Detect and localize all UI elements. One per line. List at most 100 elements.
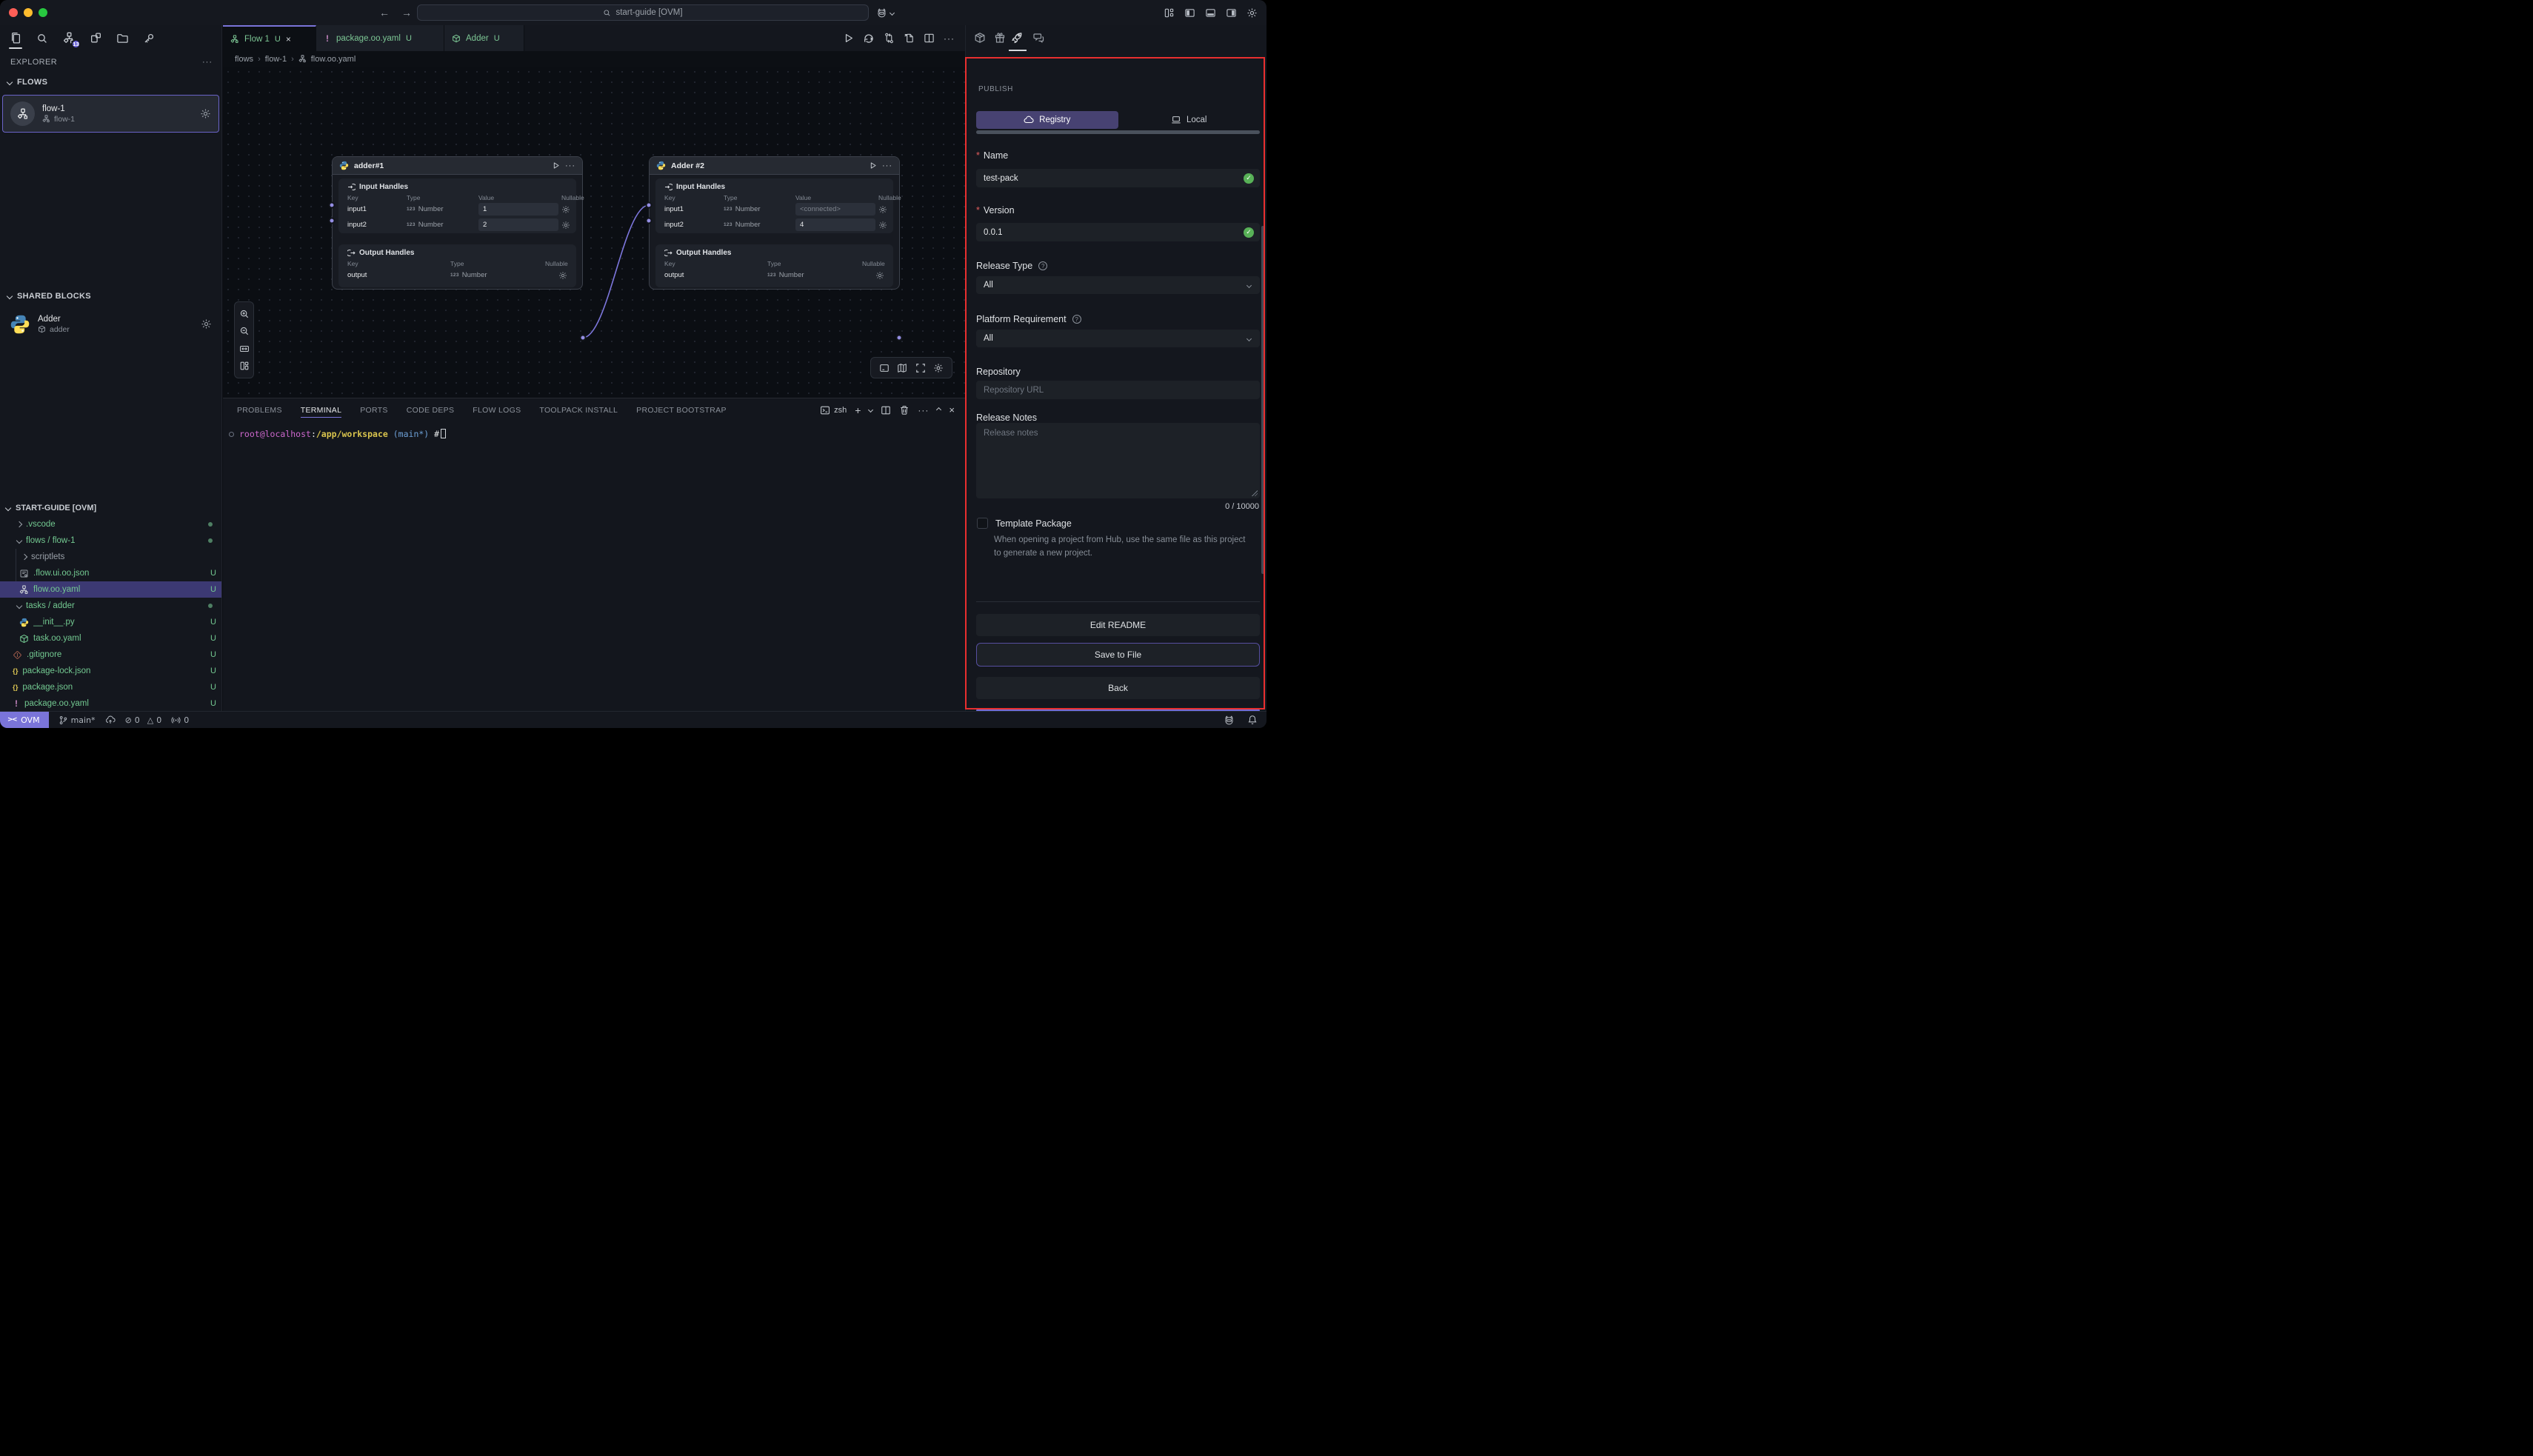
value-input[interactable]: 4 (795, 218, 875, 231)
shell-selector[interactable]: zsh (820, 405, 847, 415)
zoom-in-icon[interactable] (239, 309, 250, 319)
close-panel-icon[interactable]: × (949, 404, 955, 415)
node-more-icon[interactable]: ··· (882, 161, 892, 170)
remote-indicator[interactable]: >< OVM (0, 712, 49, 728)
rerun-icon[interactable] (863, 33, 875, 44)
tab-toolpack-install[interactable]: TOOLPACK INSTALL (539, 398, 618, 421)
tree-row[interactable]: .vscode (0, 516, 221, 532)
ports-item[interactable]: 0 (171, 715, 189, 725)
minimize-window-button[interactable] (24, 8, 33, 17)
tree-row[interactable]: tasks / adder (0, 598, 221, 614)
help-icon[interactable]: ? (1038, 261, 1047, 270)
publish-rocket-icon[interactable] (1011, 32, 1024, 44)
value-input[interactable]: 1 (478, 203, 558, 216)
git-branch-item[interactable]: main* (59, 715, 96, 725)
node-header[interactable]: Adder #2 ··· (650, 157, 899, 175)
flow-list-item[interactable]: flow-1 flow-1 (2, 95, 219, 133)
release-type-select[interactable]: All (976, 276, 1260, 294)
fit-view-icon[interactable] (239, 344, 250, 354)
export-file-icon[interactable] (904, 33, 915, 44)
console-panel-icon[interactable] (879, 363, 890, 373)
split-terminal-icon[interactable] (881, 405, 891, 415)
close-icon[interactable]: × (286, 34, 291, 44)
problems-item[interactable]: ⊘0 △0 (125, 715, 162, 725)
minimap-icon[interactable] (897, 363, 907, 373)
tab-flow-1[interactable]: Flow 1 U × (223, 25, 316, 51)
release-notes-textarea[interactable]: Release notes (976, 423, 1260, 498)
toggle-right-panel-icon[interactable] (1226, 7, 1237, 19)
search-view-icon[interactable] (33, 27, 52, 50)
blocks-view-icon[interactable] (86, 27, 105, 50)
command-center-search[interactable]: start-guide [OVM] (417, 4, 869, 21)
tree-row[interactable]: {} package-lock.jsonU (0, 663, 221, 679)
name-input[interactable]: test-pack ✓ (976, 169, 1260, 187)
platform-requirement-select[interactable]: All (976, 330, 1260, 347)
auto-layout-icon[interactable] (239, 361, 250, 371)
secrets-view-icon[interactable] (139, 27, 158, 50)
tab-package-oo-yaml[interactable]: ! package.oo.yaml U (316, 25, 444, 51)
package-box-icon[interactable] (974, 32, 986, 44)
history-back-button[interactable]: ← (379, 7, 390, 19)
tab-adder[interactable]: Adder U (444, 25, 524, 51)
maximize-panel-icon[interactable] (936, 407, 941, 413)
tab-ports[interactable]: PORTS (360, 398, 387, 421)
template-package-checkbox[interactable] (977, 518, 988, 529)
version-input[interactable]: 0.0.1 ✓ (976, 223, 1260, 241)
back-button[interactable]: Back (976, 677, 1260, 699)
customize-layout-icon[interactable] (1164, 7, 1175, 19)
node-more-icon[interactable]: ··· (565, 161, 575, 170)
tree-row[interactable]: .flow.ui.oo.jsonU (0, 565, 221, 581)
help-icon[interactable]: ? (1072, 315, 1081, 324)
input-handle[interactable] (329, 218, 336, 224)
tab-flow-logs[interactable]: FLOW LOGS (473, 398, 521, 421)
flows-view-icon[interactable]: 13 (59, 27, 79, 50)
mascot-icon[interactable] (1223, 715, 1235, 726)
tab-problems[interactable]: PROBLEMS (237, 398, 282, 421)
assistant-menu[interactable] (875, 0, 894, 25)
kill-terminal-trash-icon[interactable] (899, 405, 910, 415)
block-settings-gear-icon[interactable] (201, 318, 212, 330)
fullscreen-icon[interactable] (915, 363, 926, 373)
tree-row[interactable]: task.oo.yamlU (0, 630, 221, 647)
bell-icon[interactable] (1247, 715, 1258, 725)
tree-row[interactable]: .gitignoreU (0, 647, 221, 663)
resize-handle-icon[interactable] (1251, 490, 1258, 496)
run-flow-icon[interactable] (843, 33, 854, 44)
toggle-left-panel-icon[interactable] (1184, 7, 1195, 19)
new-terminal-button[interactable]: + (855, 404, 861, 416)
sync-changes-item[interactable] (105, 715, 116, 725)
zoom-out-icon[interactable] (239, 326, 250, 336)
flows-section-header[interactable]: FLOWS (7, 78, 47, 87)
node-adder-2[interactable]: Adder #2 ··· Input Handles KeyTypeValueN… (649, 156, 900, 290)
history-forward-button[interactable]: → (401, 7, 412, 19)
flow-settings-gear-icon[interactable] (200, 108, 211, 119)
local-toggle-button[interactable]: Local (1118, 111, 1261, 129)
edit-readme-button[interactable]: Edit README (976, 614, 1260, 636)
tree-row[interactable]: ! package.oo.yamlU (0, 695, 221, 712)
node-adder-1[interactable]: adder#1 ··· Input Handles KeyTypeValueNu… (332, 156, 583, 290)
shared-block-item[interactable]: Adder adder (2, 307, 219, 341)
input-handle[interactable] (646, 202, 653, 209)
settings-gear-icon[interactable] (1247, 7, 1258, 19)
breadcrumb-item[interactable]: flow.oo.yaml (311, 55, 356, 64)
terminal-output[interactable]: root@localhost:/app/workspace (main*) # (223, 421, 965, 711)
split-editor-icon[interactable] (924, 33, 935, 44)
project-tree-header[interactable]: START-GUIDE [OVM] (6, 500, 96, 516)
tab-project-bootstrap[interactable]: PROJECT BOOTSTRAP (636, 398, 727, 421)
comments-icon[interactable] (1032, 32, 1044, 44)
project-view-icon[interactable] (113, 27, 132, 50)
handle-gear-icon[interactable] (875, 271, 884, 280)
zoom-window-button[interactable] (39, 8, 47, 17)
more-actions-icon[interactable]: ··· (944, 33, 955, 44)
shared-blocks-section-header[interactable]: SHARED BLOCKS (7, 292, 91, 301)
input-handle[interactable] (329, 202, 336, 209)
gift-icon[interactable] (994, 32, 1006, 44)
handle-gear-icon[interactable] (878, 221, 887, 230)
tab-code-deps[interactable]: CODE DEPS (407, 398, 455, 421)
tree-row[interactable]: flows / flow-1 (0, 532, 221, 549)
registry-toggle-button[interactable]: Registry (976, 111, 1118, 129)
run-node-icon[interactable] (552, 161, 560, 170)
explorer-more-icon[interactable]: ··· (202, 58, 213, 67)
handle-gear-icon[interactable] (561, 221, 570, 230)
panel-scrollbar[interactable] (1261, 226, 1264, 574)
